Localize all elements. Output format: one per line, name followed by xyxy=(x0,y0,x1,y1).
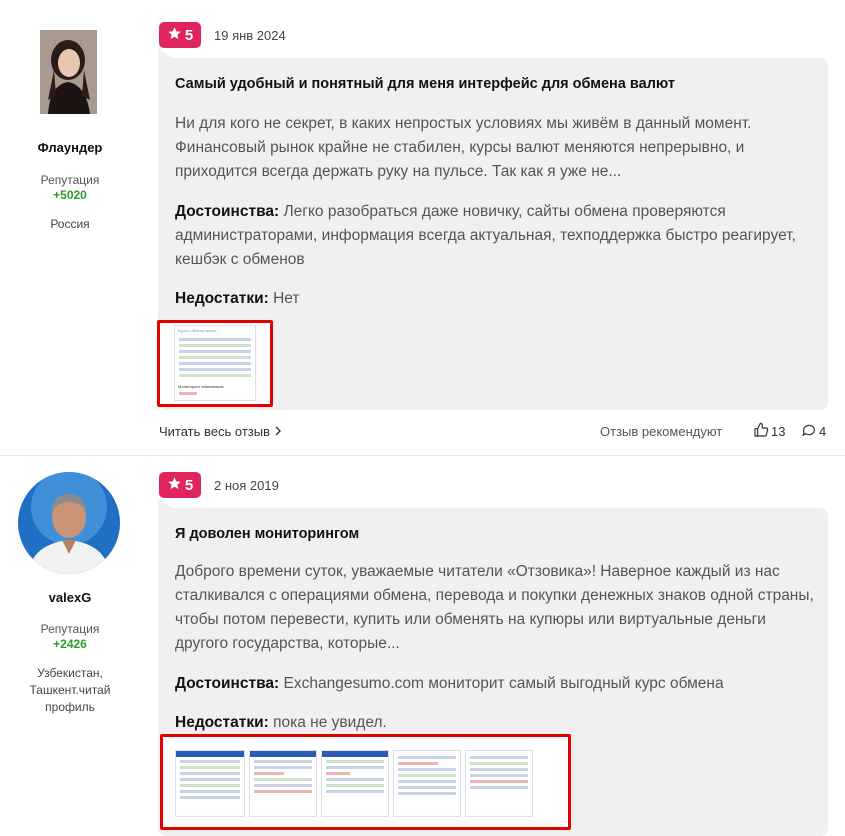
thumbnail-caption: Курсы обмена валют xyxy=(178,328,217,333)
review-title[interactable]: Я доволен мониторингом xyxy=(175,526,359,542)
review-pros: Достоинства: Легко разобраться даже нови… xyxy=(175,200,815,272)
author-location: Узбекистан, Ташкент.читай профиль xyxy=(29,666,111,714)
cons-text: Нет xyxy=(273,290,300,307)
star-icon xyxy=(167,26,182,45)
reputation-label: Репутация xyxy=(40,622,100,636)
attachment-thumbnail[interactable] xyxy=(393,750,461,817)
attachment-thumbnail[interactable]: Курсы обмена валют Мониторинг обменников xyxy=(174,325,256,401)
likes-button[interactable]: 13 xyxy=(753,422,785,441)
likes-count: 13 xyxy=(771,424,786,439)
thumbnail-caption: Мониторинг обменников xyxy=(178,384,224,389)
author-name[interactable]: valexG xyxy=(0,590,140,605)
pros-label: Достоинства: xyxy=(175,675,280,692)
review-title[interactable]: Самый удобный и понятный для меня интерф… xyxy=(175,76,675,92)
cons-text: пока не увидел. xyxy=(273,714,387,731)
review-date: 19 янв 2024 xyxy=(214,28,286,43)
comments-button[interactable]: 4 xyxy=(801,422,826,441)
review-date: 2 ноя 2019 xyxy=(214,478,279,493)
rating-badge: 5 xyxy=(159,472,201,498)
avatar[interactable] xyxy=(40,30,97,114)
highlighted-attachments xyxy=(160,734,571,830)
reputation-value: +2426 xyxy=(53,637,87,651)
pros-text: Exchangesumo.com мониторит самый выгодны… xyxy=(283,675,724,692)
attachment-thumbnail[interactable] xyxy=(321,750,389,817)
thumbs-up-icon xyxy=(753,422,769,441)
review-text: Ни для кого не секрет, в каких непростых… xyxy=(175,115,752,180)
reputation-value: +5020 xyxy=(53,188,87,202)
review-text: Доброго времени суток, уважаемые читател… xyxy=(175,563,814,652)
author-info: Флаундер Репутация +5020 Россия xyxy=(0,140,140,233)
comment-icon xyxy=(801,422,817,441)
author-location: Россия xyxy=(50,217,90,231)
cons-label: Недостатки: xyxy=(175,714,269,731)
review-cons: Недостатки: Нет xyxy=(175,287,815,311)
rating-value: 5 xyxy=(184,476,194,494)
star-icon xyxy=(167,476,182,495)
review-cons: Недостатки: пока не увидел. xyxy=(175,711,815,735)
recommend-label: Отзыв рекомендуют xyxy=(600,424,723,439)
cons-label: Недостатки: xyxy=(175,290,269,307)
read-full-review-link[interactable]: Читать весь отзыв xyxy=(159,424,282,439)
author-info: valexG Репутация +2426 Узбекистан, Ташке… xyxy=(0,590,140,716)
attachment-thumbnail[interactable] xyxy=(249,750,317,817)
rating-value: 5 xyxy=(184,26,194,44)
highlighted-attachments: Курсы обмена валют Мониторинг обменников xyxy=(157,320,273,407)
rating-badge: 5 xyxy=(159,22,201,48)
avatar[interactable] xyxy=(18,472,120,574)
review-pros: Достоинства: Exchangesumo.com мониторит … xyxy=(175,672,815,696)
read-more-label: Читать весь отзыв xyxy=(159,424,271,439)
chevron-right-icon xyxy=(274,424,282,439)
reputation-label: Репутация xyxy=(40,173,100,187)
attachment-thumbnail[interactable] xyxy=(175,750,245,817)
author-name[interactable]: Флаундер xyxy=(0,140,140,155)
comments-count: 4 xyxy=(819,424,827,439)
attachment-thumbnail[interactable] xyxy=(465,750,533,817)
pros-label: Достоинства: xyxy=(175,203,280,220)
